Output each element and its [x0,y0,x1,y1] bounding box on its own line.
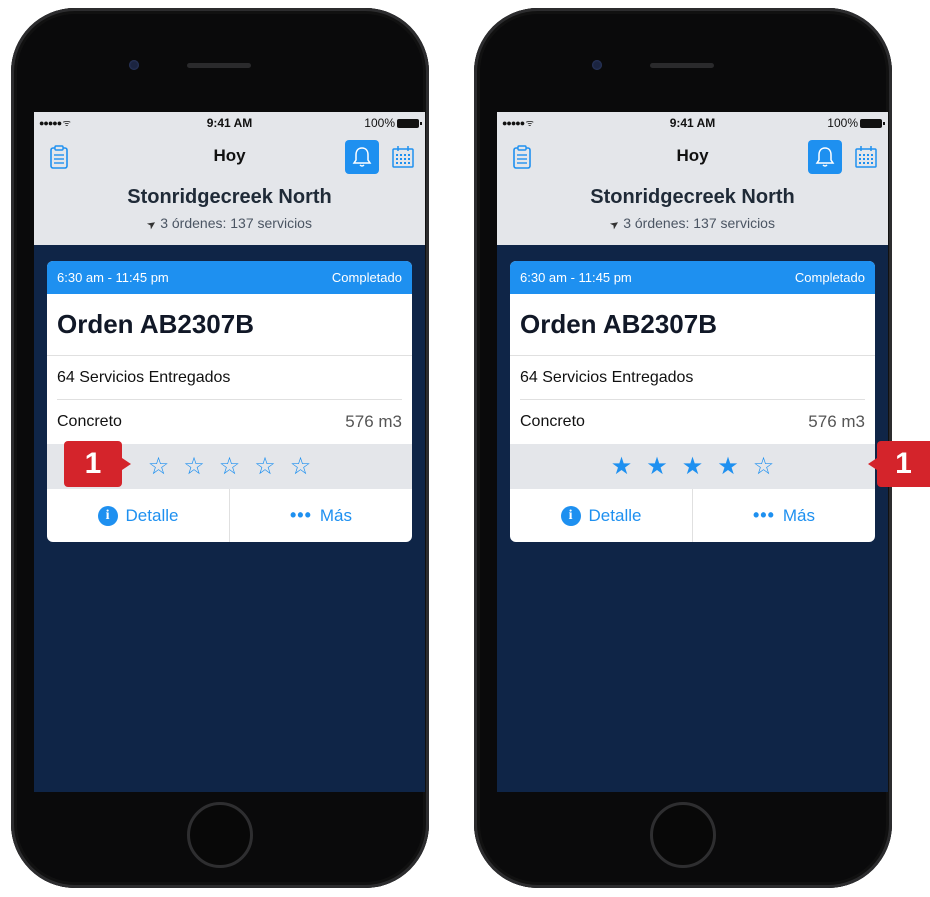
battery-indicator: 100% [364,116,422,130]
home-button[interactable] [187,802,253,868]
site-name: Stonridgecreek North [127,186,332,208]
battery-percent: 100% [827,116,858,130]
header: ●●●●● ᯤ 9:41 AM 100% Hoy Stonridgecreek … [497,112,888,245]
detail-button[interactable]: i Detalle [47,489,229,542]
order-card[interactable]: 6:30 am - 11:45 pm Completado Orden AB23… [510,261,875,542]
camera [592,60,602,70]
star-filled-icon[interactable]: ★ [682,454,704,479]
detail-button[interactable]: i Detalle [510,489,692,542]
step-callout-right: 1 [868,441,930,487]
bell-icon[interactable] [808,140,842,174]
star-empty-icon[interactable]: ☆ [148,454,170,479]
services-label: 64 Servicios Entregados [57,368,231,386]
more-button[interactable]: ••• Más [229,489,412,542]
star-empty-icon[interactable]: ☆ [183,454,205,479]
volume-value: 576 m3 [808,412,865,431]
header: ●●●●● ᯤ 9:41 AM 100% Hoy Stonridgecreek … [34,112,425,245]
info-icon: i [97,505,118,526]
star-filled-icon[interactable]: ★ [646,454,668,479]
material-label: Concreto [520,413,585,430]
more-dots-icon: ••• [752,505,775,525]
location-arrow-icon: ➤ [144,217,160,233]
site-summary-text: 3 órdenes: 137 servicios [160,215,312,231]
calendar-icon[interactable] [849,140,883,174]
status-badge: Completado [331,270,402,285]
card-header: 6:30 am - 11:45 pm Completado [47,261,412,294]
star-empty-icon[interactable]: ☆ [254,454,276,479]
material-row: Concreto 576 m3 [57,400,402,444]
bell-icon[interactable] [345,140,379,174]
star-empty-icon[interactable]: ☆ [753,454,775,479]
nav-bar: Hoy [497,136,888,176]
more-label: Más [782,505,816,525]
speaker [187,63,251,68]
services-row: 64 Servicios Entregados [57,356,402,400]
more-button[interactable]: ••• Más [692,489,875,542]
star-filled-icon[interactable]: ★ [717,454,739,479]
more-dots-icon: ••• [289,505,312,525]
battery-icon [860,118,885,128]
site-summary-text: 3 órdenes: 137 servicios [623,215,775,231]
star-empty-icon[interactable]: ☆ [219,454,241,479]
order-title: Orden AB2307B [47,294,412,356]
more-label: Más [319,505,353,525]
battery-indicator: 100% [827,116,885,130]
speaker [650,63,714,68]
status-bar: ●●●●● ᯤ 9:41 AM 100% [497,112,888,134]
location-arrow-icon: ➤ [607,217,623,233]
card-actions: i Detalle ••• Más [47,489,412,542]
material-label: Concreto [57,413,122,430]
status-badge: Completado [794,270,865,285]
detail-label: Detalle [588,505,642,525]
camera [129,60,139,70]
card-header: 6:30 am - 11:45 pm Completado [510,261,875,294]
nav-bar: Hoy [34,136,425,176]
site-name: Stonridgecreek North [590,186,795,208]
star-rating[interactable]: ★ ★ ★ ★ ☆ [510,444,875,489]
detail-label: Detalle [125,505,179,525]
status-bar: ●●●●● ᯤ 9:41 AM 100% [34,112,425,134]
calendar-icon[interactable] [386,140,420,174]
material-row: Concreto 576 m3 [520,400,865,444]
time-range: 6:30 am - 11:45 pm [57,270,169,285]
battery-percent: 100% [364,116,395,130]
order-title: Orden AB2307B [510,294,875,356]
site-summary: ➤3 órdenes: 137 servicios [497,215,888,233]
battery-icon [397,118,422,128]
services-label: 64 Servicios Entregados [520,368,694,386]
step-callout-left: 1 [64,441,131,487]
phone-frame-right: ●●●●● ᯤ 9:41 AM 100% Hoy Stonridgecreek … [474,8,892,888]
card-actions: i Detalle ••• Más [510,489,875,542]
home-button[interactable] [650,802,716,868]
time-range: 6:30 am - 11:45 pm [520,270,632,285]
info-icon: i [560,505,581,526]
site-summary: ➤3 órdenes: 137 servicios [34,215,425,233]
star-empty-icon[interactable]: ☆ [290,454,312,479]
app-screen: ●●●●● ᯤ 9:41 AM 100% Hoy Stonridgecreek … [497,112,888,792]
order-card[interactable]: 6:30 am - 11:45 pm Completado Orden AB23… [47,261,412,542]
volume-value: 576 m3 [345,412,402,431]
services-row: 64 Servicios Entregados [520,356,865,400]
star-filled-icon[interactable]: ★ [611,454,633,479]
